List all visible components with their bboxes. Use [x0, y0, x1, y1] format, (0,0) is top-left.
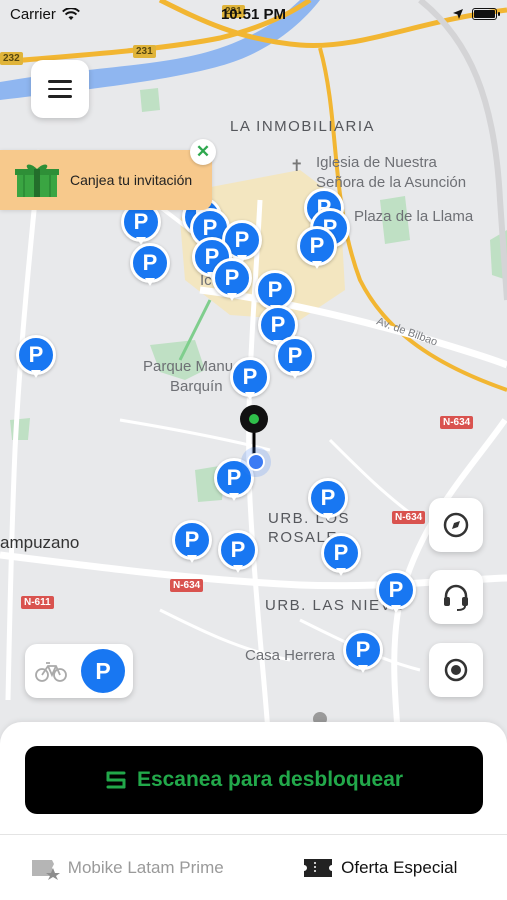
- parking-marker[interactable]: P: [230, 357, 270, 403]
- parking-marker[interactable]: P: [343, 630, 383, 676]
- label-iglesia: Iglesia de Nuestra: [316, 154, 437, 171]
- road-sign-n634: N-634: [440, 416, 474, 429]
- tab-mobike-latam-prime-label: Mobike Latam Prime: [67, 857, 224, 877]
- menu-button[interactable]: [31, 60, 89, 118]
- bicycle-icon[interactable]: [35, 660, 67, 682]
- compass-icon: [443, 512, 469, 538]
- tab-mobike-latam-prime[interactable]: Mobike Latam Prime: [0, 835, 254, 900]
- label-casa-herrera: Casa Herrera: [245, 647, 336, 664]
- coupon-icon: [304, 858, 333, 877]
- parking-marker[interactable]: P: [212, 258, 252, 304]
- locate-icon: [444, 658, 468, 682]
- bottom-panel: Escanea para desbloquear: [0, 722, 507, 834]
- locate-button[interactable]: [429, 643, 483, 697]
- vehicle-filter[interactable]: P: [25, 644, 133, 698]
- label-plaza-llama: Plaza de la Llama: [354, 208, 474, 225]
- ticket-star-icon: [31, 859, 60, 880]
- tab-oferta-especial-label: Oferta Especial: [341, 857, 458, 877]
- parking-marker[interactable]: P: [172, 520, 212, 566]
- headset-icon: [444, 584, 468, 611]
- invite-banner-label: Canjea tu invitación: [70, 172, 193, 188]
- support-button[interactable]: [429, 570, 483, 624]
- scan-unlock-button[interactable]: Escanea para desbloquear: [25, 746, 483, 814]
- church-icon: ✝: [290, 158, 304, 175]
- road-sign-232: 232: [0, 52, 23, 65]
- road-sign-n634: N-634: [170, 579, 204, 592]
- invite-close-button[interactable]: ✕: [190, 139, 216, 165]
- road-sign-231: 231: [133, 45, 156, 58]
- status-bar: Carrier 10:51 PM: [0, 0, 507, 28]
- scan-icon: [106, 771, 126, 789]
- parking-marker[interactable]: P: [297, 226, 337, 272]
- invite-banner[interactable]: Canjea tu invitación: [0, 150, 212, 210]
- parking-marker[interactable]: P: [308, 478, 348, 524]
- label-la-inmobiliaria: LA INMOBILIARIA: [230, 118, 376, 135]
- parking-marker[interactable]: P: [275, 336, 315, 382]
- scan-unlock-label: Escanea para desbloquear: [136, 768, 404, 791]
- hamburger-menu-icon: [48, 75, 72, 103]
- parking-marker[interactable]: P: [218, 530, 258, 576]
- parking-marker[interactable]: P: [16, 335, 56, 381]
- road-sign-n634: N-634: [392, 511, 426, 524]
- gift-icon: [15, 164, 59, 197]
- current-location-dot: [247, 453, 265, 471]
- tab-oferta-especial[interactable]: Oferta Especial: [254, 835, 507, 900]
- compass-button[interactable]: [429, 498, 483, 552]
- clock: 10:51 PM: [220, 5, 287, 23]
- parking-marker[interactable]: P: [321, 533, 361, 579]
- label-parque: Parque Manu: [143, 358, 234, 375]
- parking-filter-toggle[interactable]: P: [81, 649, 125, 693]
- parking-marker[interactable]: P: [130, 243, 170, 289]
- label-campuzano: ampuzano: [0, 533, 80, 552]
- parking-marker[interactable]: P: [376, 570, 416, 616]
- close-icon: ✕: [195, 142, 211, 161]
- tab-bar: Mobike Latam Prime Oferta Especial: [0, 834, 507, 900]
- road-sign-n611: N-611: [21, 596, 54, 609]
- label-parque-2: Barquín: [170, 378, 223, 395]
- battery-icon: [472, 8, 500, 20]
